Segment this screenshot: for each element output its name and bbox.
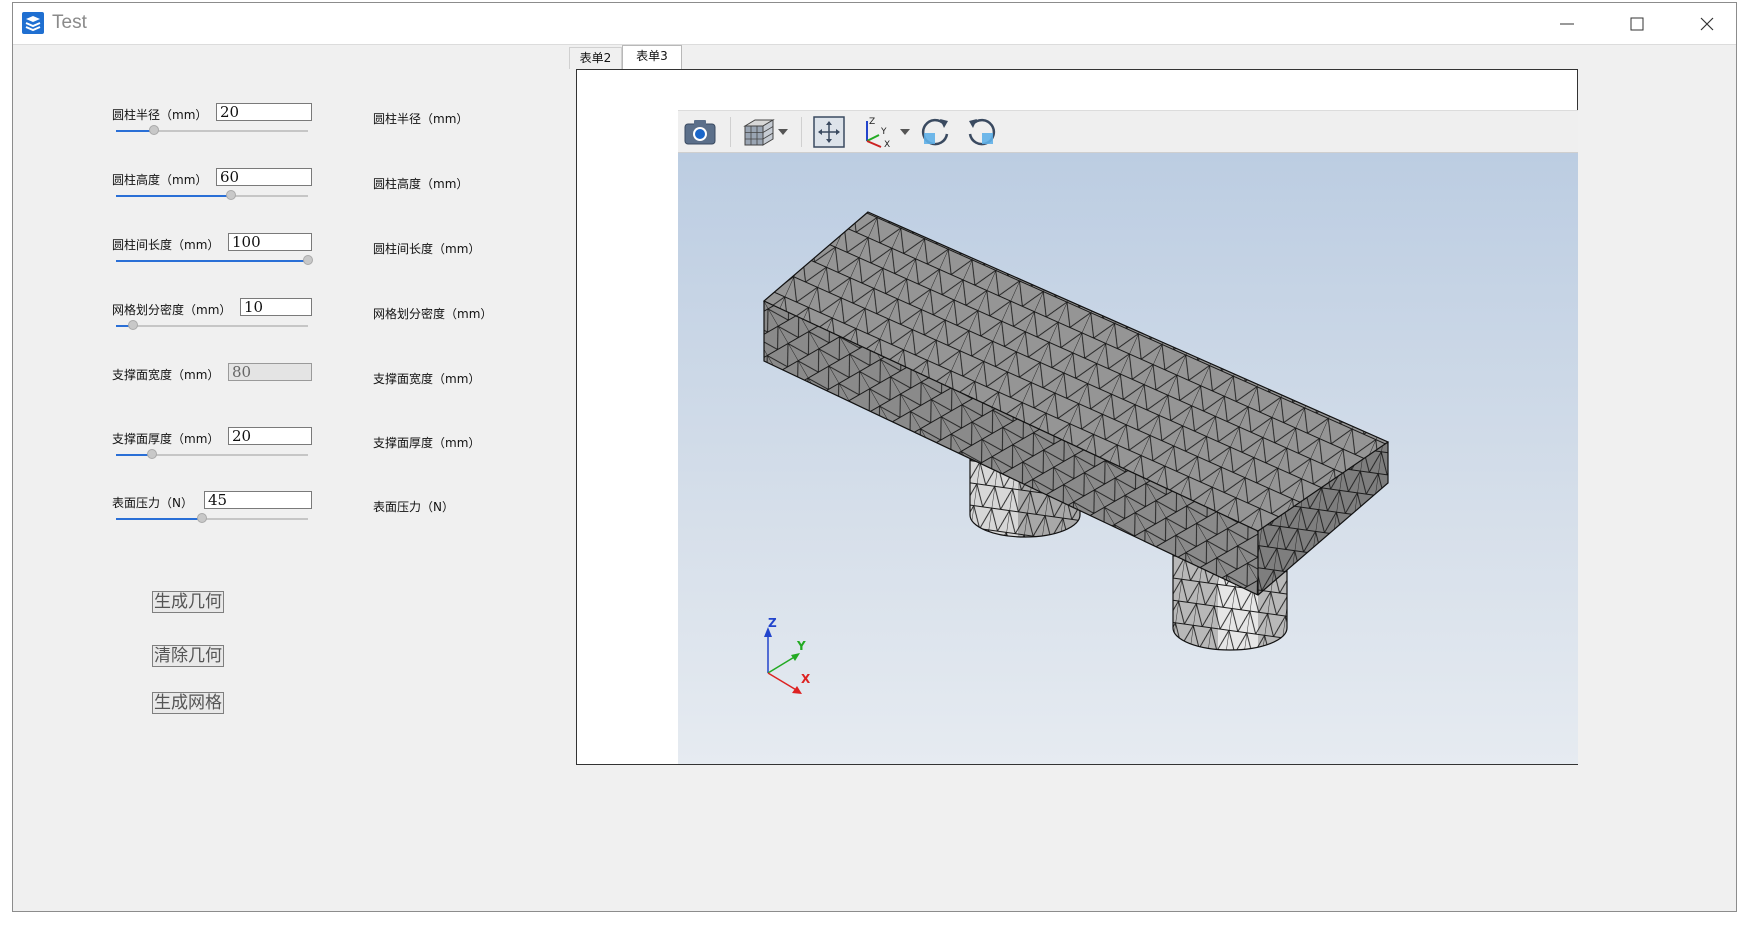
tab-form2[interactable]: 表单2 xyxy=(569,47,622,69)
param-readout: 支撑面厚度（mm） xyxy=(373,436,481,450)
svg-text:X: X xyxy=(884,140,890,149)
param-input[interactable]: 20 xyxy=(228,427,312,445)
mesh-model: Z Y X xyxy=(762,211,1390,694)
axis-z-label: Z xyxy=(768,616,777,630)
param-readout: 圆柱间长度（mm） xyxy=(373,242,481,256)
axes-view-button[interactable]: Z Y X xyxy=(857,115,897,149)
param-label: 支撑面厚度（mm） xyxy=(112,432,220,446)
param-label: 圆柱间长度（mm） xyxy=(112,238,220,252)
fit-view-button[interactable] xyxy=(811,115,847,149)
param-input[interactable]: 20 xyxy=(216,103,312,121)
param-label: 圆柱高度（mm） xyxy=(112,173,208,187)
rotate-ccw-button[interactable] xyxy=(963,115,1001,149)
slider-thumb[interactable] xyxy=(303,255,313,265)
minimize-button[interactable] xyxy=(1533,3,1601,45)
slider-thumb[interactable] xyxy=(147,449,157,459)
rotate-cw-icon xyxy=(921,118,949,146)
close-icon xyxy=(1700,17,1714,31)
param-slider[interactable] xyxy=(116,513,308,525)
param-slider[interactable] xyxy=(116,449,308,461)
param-slider[interactable] xyxy=(116,255,313,267)
app-icon xyxy=(22,12,44,34)
generate-mesh-button[interactable]: 生成网格 xyxy=(152,692,224,714)
chevron-down-icon xyxy=(900,129,910,135)
rotate-cw-button[interactable] xyxy=(916,115,954,149)
generate-geometry-button[interactable]: 生成几何 xyxy=(152,591,224,613)
param-slider[interactable] xyxy=(116,320,308,332)
axis-triad: Z Y X xyxy=(764,616,811,694)
clear-geometry-button[interactable]: 清除几何 xyxy=(152,645,224,667)
param-label: 表面压力（N） xyxy=(112,496,193,510)
slider-thumb[interactable] xyxy=(149,125,159,135)
camera-icon xyxy=(684,120,716,145)
param-input[interactable]: 10 xyxy=(240,298,312,316)
param-label: 网格划分密度（mm） xyxy=(112,303,232,317)
svg-text:Y: Y xyxy=(880,127,887,137)
param-input[interactable]: 45 xyxy=(204,491,312,509)
screenshot-button[interactable] xyxy=(680,115,720,149)
param-readout: 支撑面宽度（mm） xyxy=(373,372,481,386)
param-readout: 圆柱高度（mm） xyxy=(373,177,469,191)
svg-text:Z: Z xyxy=(869,117,875,127)
support-slab xyxy=(762,211,1390,596)
minimize-icon xyxy=(1560,23,1574,25)
slider-thumb[interactable] xyxy=(128,320,138,330)
axes-view-dropdown[interactable] xyxy=(898,115,912,149)
close-button[interactable] xyxy=(1673,3,1741,45)
axes-view-icon: Z Y X xyxy=(866,117,890,149)
window-title: Test xyxy=(52,12,87,33)
param-input: 80 xyxy=(228,363,312,381)
3d-viewer[interactable]: Z Y X Z Y X xyxy=(678,110,1578,764)
cube-view-icon xyxy=(743,119,775,146)
view-cube-button[interactable] xyxy=(740,115,778,149)
axis-x-label: X xyxy=(801,672,811,686)
fit-view-icon xyxy=(813,116,845,148)
slider-thumb[interactable] xyxy=(197,513,207,523)
maximize-button[interactable] xyxy=(1603,3,1671,45)
param-slider[interactable] xyxy=(116,125,308,137)
axis-y-label: Y xyxy=(796,639,806,653)
scene-canvas[interactable]: Z Y X xyxy=(678,153,1578,764)
chevron-down-icon xyxy=(778,129,788,135)
param-label: 支撑面宽度（mm） xyxy=(112,368,220,382)
rotate-ccw-icon xyxy=(968,118,996,146)
param-readout: 网格划分密度（mm） xyxy=(373,307,493,321)
view-cube-dropdown[interactable] xyxy=(776,115,790,149)
param-readout: 圆柱半径（mm） xyxy=(373,112,469,126)
slider-thumb[interactable] xyxy=(226,190,236,200)
param-readout: 表面压力（N） xyxy=(373,500,454,514)
title-bar[interactable]: Test xyxy=(13,3,1736,45)
maximize-icon xyxy=(1630,17,1644,31)
param-input[interactable]: 60 xyxy=(216,168,312,186)
viewer-toolbar: Z Y X xyxy=(678,110,1578,153)
param-input[interactable]: 100 xyxy=(228,233,312,251)
param-label: 圆柱半径（mm） xyxy=(112,108,208,122)
tab-form3[interactable]: 表单3 xyxy=(622,45,682,70)
param-slider[interactable] xyxy=(116,190,308,202)
